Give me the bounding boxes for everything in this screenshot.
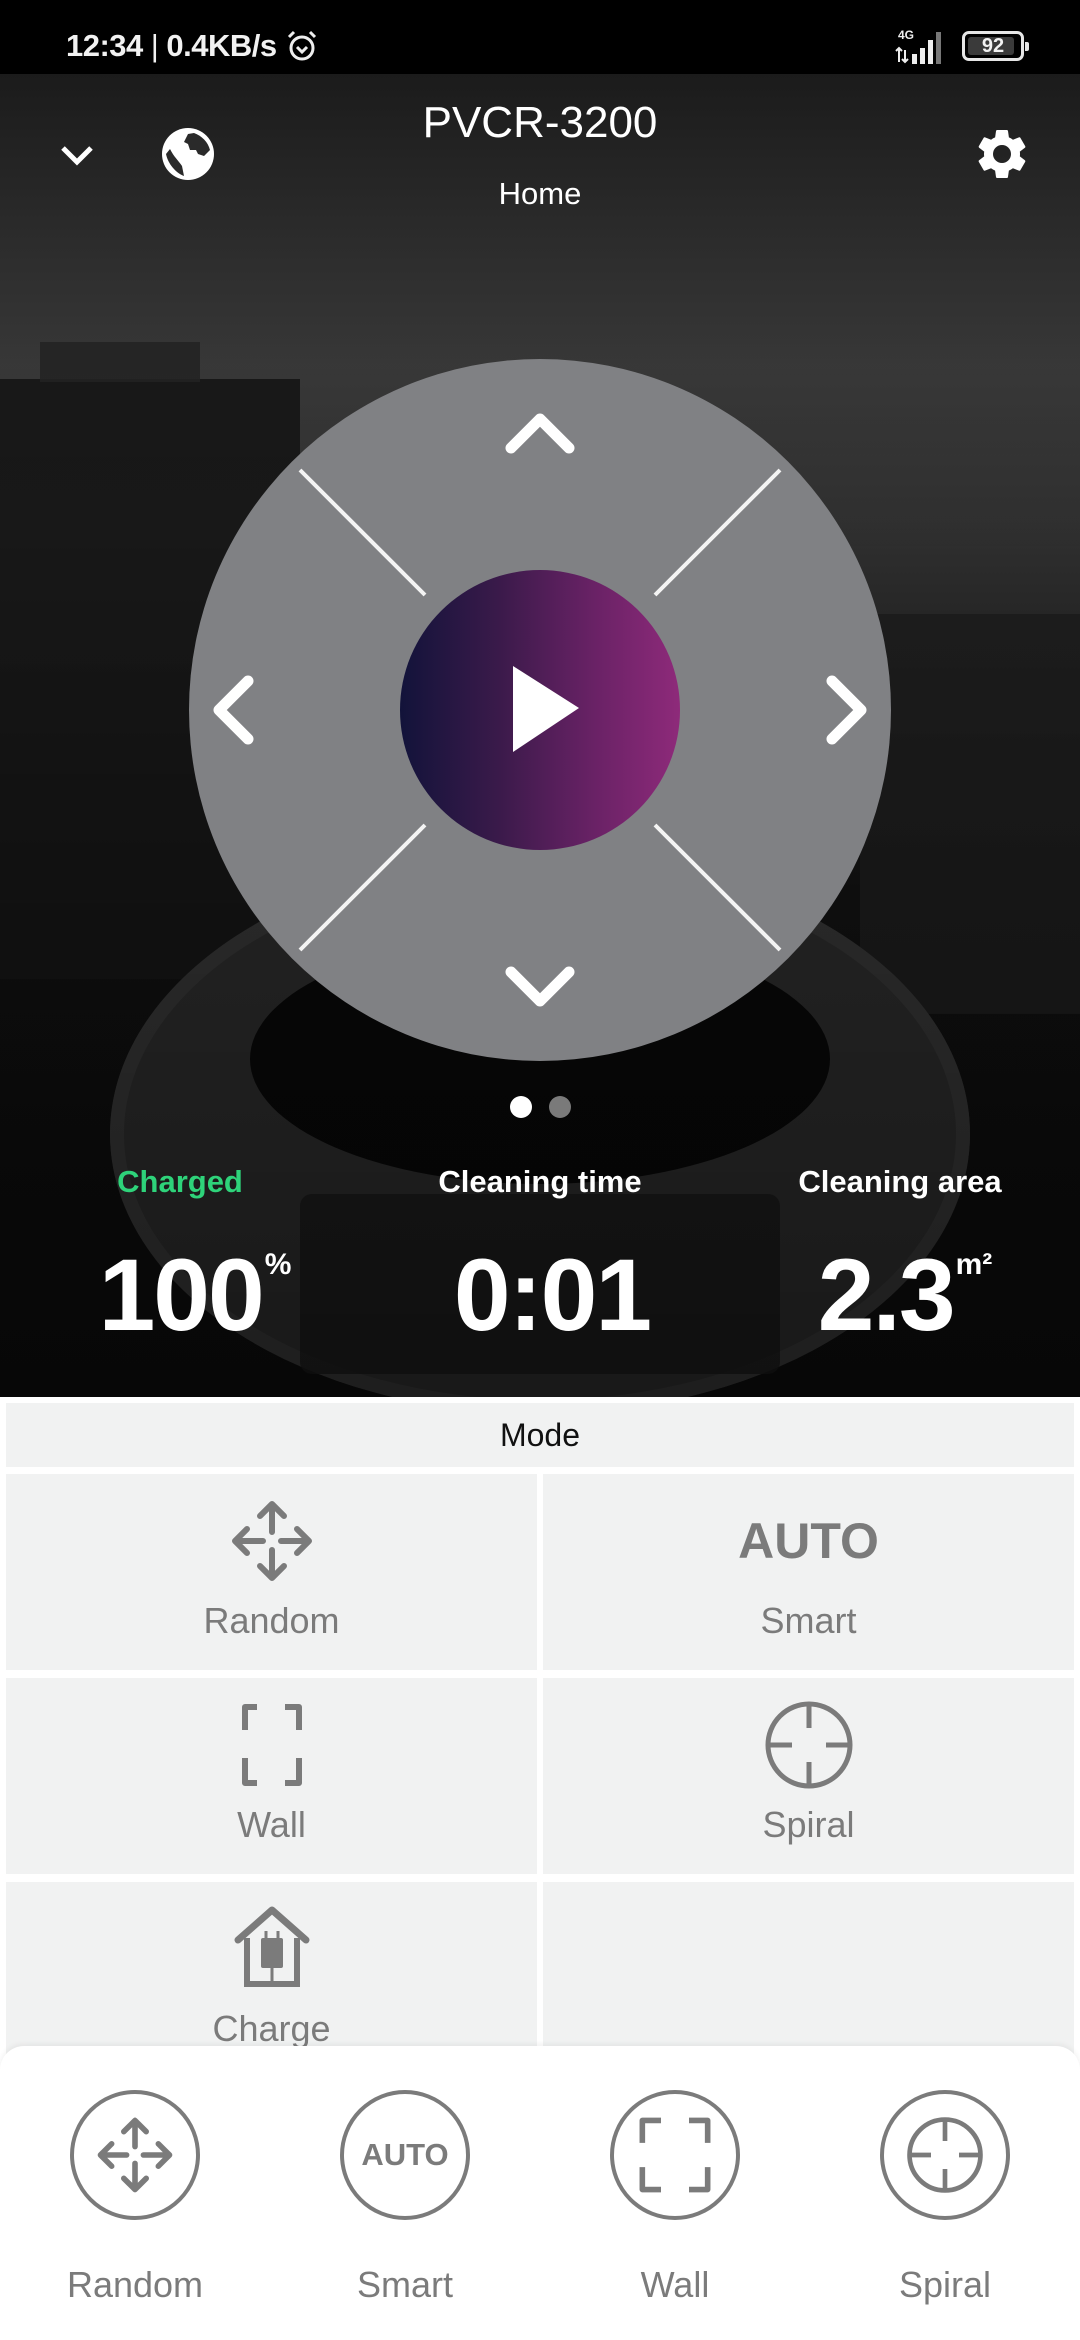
quick-icon-circle: AUTO [340,2090,470,2220]
battery-value: 100% [15,1244,375,1346]
start-cleaning-button[interactable] [400,570,680,850]
status-separator: | [150,28,159,63]
quick-wall-button[interactable]: Wall [575,2090,775,2306]
random-arrows-icon [97,2117,173,2193]
stat-battery: Charged [0,1164,360,1200]
battery-level: 92 [981,34,1005,57]
quick-icon-circle [70,2090,200,2220]
stat-label: Charged [117,1164,243,1199]
device-name: PVCR-3200 [422,98,658,147]
stat-cleaning-area: Cleaning area [720,1164,1080,1200]
quick-icon-circle [880,2090,1010,2220]
quick-mode-sheet: Random AUTO Smart Wall Spiral [0,2046,1080,2340]
auto-icon: AUTO [361,2137,449,2172]
page-indicator [0,1096,1080,1118]
wall-corners-icon [639,2117,711,2193]
status-left: 12:34 | 0.4KB/s [66,28,319,64]
page-dot[interactable] [548,1096,571,1118]
stat-unit: m² [955,1248,993,1281]
cleaning-area-value: 2.3m² [725,1244,1080,1346]
mode-icon-wrap: AUTO [738,1496,879,1586]
crosshair-icon [765,1701,852,1789]
battery-nub [1025,42,1029,51]
move-forward-button[interactable] [485,379,595,489]
stat-number: 0:01 [453,1238,652,1352]
stat-label: Cleaning time [438,1164,642,1199]
stat-number: 2.3 [817,1238,956,1352]
quick-mode-label: Random [66,2264,204,2305]
crosshair-icon [907,2117,983,2193]
stat-unit: % [264,1248,292,1281]
status-time: 12:34 [66,28,143,63]
quick-random-button[interactable]: Random [35,2090,235,2306]
mode-wall-button[interactable]: Wall [6,1678,537,1874]
chevron-up-icon [505,413,575,454]
random-arrows-icon [231,1501,312,1581]
mode-label: Spiral [762,1804,855,1845]
play-icon [513,666,579,752]
chevron-right-icon [826,675,867,745]
quick-mode-label: Smart [356,2264,453,2305]
status-bar: 12:34 | 0.4KB/s 4G 92 [0,0,1080,74]
mode-smart-button[interactable]: AUTO Smart [543,1474,1074,1670]
wall-corners-icon [241,1704,302,1786]
move-backward-button[interactable] [485,931,595,1041]
mode-icon-wrap [227,1700,317,1790]
stat-cleaning-time: Cleaning time [360,1164,720,1200]
status-right: 4G 92 [894,26,1029,66]
device-location: Home [498,176,582,211]
page-dot-active[interactable] [509,1096,532,1118]
mode-icon-wrap [227,1904,317,1994]
quick-spiral-button[interactable]: Spiral [845,2090,1045,2306]
quick-icon-circle [610,2090,740,2220]
cleaning-time-value: 0:01 [372,1244,732,1346]
mode-section-title: Mode [6,1403,1074,1467]
turn-left-button[interactable] [179,655,289,765]
charge-home-icon [234,1906,309,1987]
hero-panel: PVCR-3200 Home Charged Cleaning time Cle… [0,74,1080,1397]
mode-label: Charge [212,2008,331,2049]
alarm-icon [287,30,316,61]
mode-label: Smart [760,1600,857,1641]
settings-button[interactable] [970,122,1034,186]
stat-number: 100 [98,1238,265,1352]
auto-icon: AUTO [738,1513,879,1569]
chevron-down-icon [505,966,575,1007]
mode-icon-wrap [227,1496,317,1586]
quick-mode-label: Wall [640,2264,710,2305]
battery-indicator: 92 [962,31,1029,61]
mode-label: Random [203,1600,340,1641]
stat-label: Cleaning area [798,1164,1002,1199]
chevron-left-icon [213,675,254,745]
network-type: 4G [898,28,914,42]
quick-mode-label: Spiral [898,2264,992,2305]
gear-icon [978,129,1026,178]
quick-smart-button[interactable]: AUTO Smart [305,2090,505,2306]
signal-icon: 4G [895,28,941,64]
mode-random-button[interactable]: Random [6,1474,537,1670]
mode-label: Wall [237,1804,306,1845]
status-speed: 0.4KB/s [166,28,277,63]
mode-spiral-button[interactable]: Spiral [543,1678,1074,1874]
direction-pad [189,359,891,1061]
turn-right-button[interactable] [791,655,901,765]
mode-icon-wrap [764,1700,854,1790]
